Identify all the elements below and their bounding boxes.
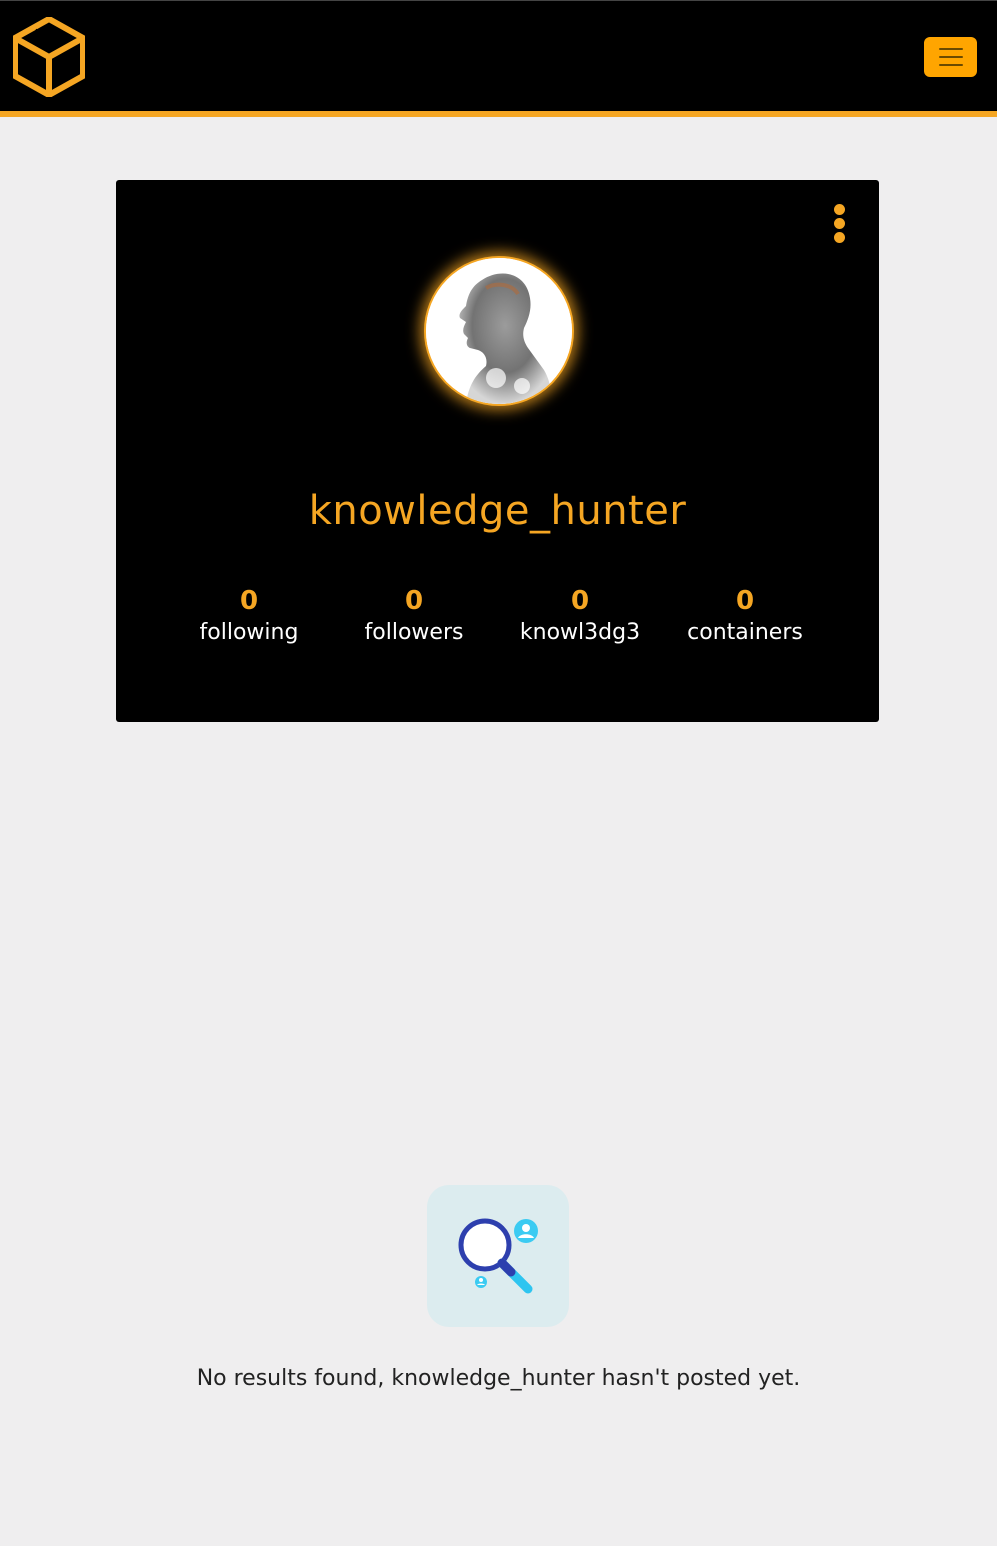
empty-state-message: No results found, knowledge_hunter hasn'… [196, 1366, 801, 1391]
stat-count: 0 [735, 586, 755, 616]
stat-count: 0 [239, 586, 259, 616]
stat-following[interactable]: 0 following [169, 584, 329, 648]
hamburger-menu-icon-line [938, 64, 963, 66]
profile-avatar[interactable] [424, 256, 574, 406]
stat-count: 0 [404, 586, 424, 616]
stat-label: followers [364, 620, 464, 645]
hamburger-menu-icon-line [938, 48, 963, 50]
header-accent-bar [0, 111, 997, 117]
kebab-menu-icon[interactable] [829, 204, 849, 244]
stat-knowl3dg3[interactable]: 0 knowl3dg3 [500, 584, 660, 648]
stat-followers[interactable]: 0 followers [334, 584, 494, 648]
profile-card: knowledge_hunter 0 following 0 followers… [116, 180, 879, 722]
hamburger-menu-button[interactable] [924, 37, 977, 77]
kebab-dot [833, 218, 845, 229]
search-people-icon [458, 1218, 538, 1294]
stat-count: 0 [570, 586, 590, 616]
top-navbar [0, 0, 997, 111]
empty-state-illustration [427, 1185, 569, 1327]
kebab-dot [833, 232, 845, 243]
avatar-head-silhouette-icon [426, 258, 572, 404]
stat-containers[interactable]: 0 containers [665, 584, 825, 648]
stat-label: containers [687, 620, 803, 645]
cube-logo-icon[interactable] [13, 17, 85, 97]
stat-label: knowl3dg3 [519, 620, 641, 645]
profile-stats: 0 following 0 followers 0 knowl3dg3 0 co… [116, 584, 879, 664]
kebab-dot [833, 204, 845, 215]
stat-label: following [199, 620, 299, 645]
profile-username: knowledge_hunter [308, 488, 687, 534]
hamburger-menu-icon-line [938, 56, 963, 58]
